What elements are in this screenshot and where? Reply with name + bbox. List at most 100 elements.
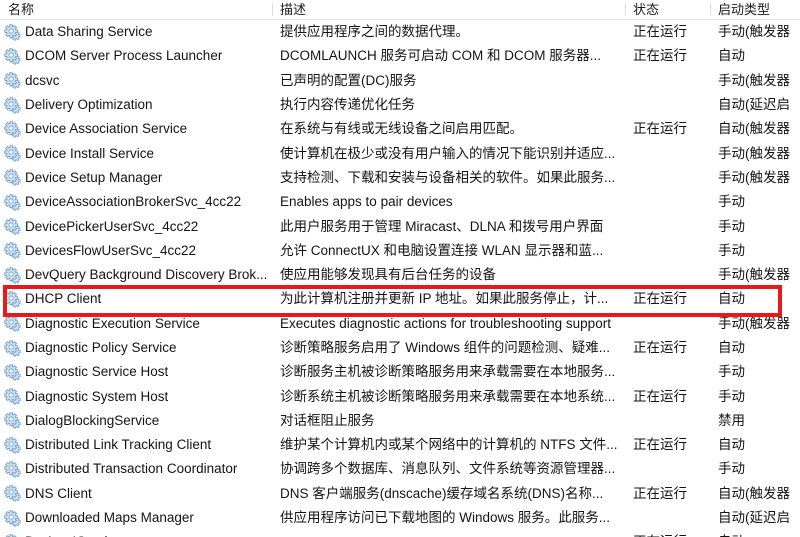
table-row[interactable]: Device Setup Manager 支持检测、下载和安装与设备相关的软件。如… <box>0 165 800 191</box>
cell-service-status: 正在运行 <box>633 48 687 64</box>
column-header-startup-type[interactable]: 启动类型 <box>710 0 800 19</box>
cell-service-description: 允许 ConnectUX 和电脑设置连接 WLAN 显示器和蓝... <box>280 242 604 258</box>
cell-service-description: 维护某个计算机内或某个网络中的计算机的 NTFS 文件... <box>280 437 618 453</box>
cell-service-status: 正在运行 <box>633 437 687 453</box>
table-row[interactable]: DevicePickerUserSvc_4cc22 此用户服务用于管理 Mirac… <box>0 214 800 239</box>
service-gear-icon <box>4 193 21 211</box>
cell-service-description: Enables apps to pair devices <box>280 194 453 210</box>
service-name-label: Delivery Optimization <box>25 97 153 113</box>
service-gear-icon <box>4 291 21 308</box>
cell-service-description: 对话框阻止服务 <box>280 412 375 428</box>
cell-service-description: 诊断系统主机被诊断策略服务用来承载需要在本地系统... <box>280 388 616 404</box>
cell-service-name[interactable]: Device Association Service <box>0 117 272 141</box>
service-name-label: Device Setup Manager <box>25 169 163 185</box>
cell-service-name[interactable]: Delivery Optimization <box>0 93 272 117</box>
cell-service-name[interactable]: Diagnostic Execution Service <box>0 312 272 336</box>
table-row[interactable]: DeviceAssociationBrokerSvc_4cc22 Enables … <box>0 190 800 215</box>
table-row[interactable]: Downloaded Maps Manager 供应用程序访问已下载地图的 Win… <box>0 505 800 531</box>
table-row[interactable]: dcsvc 已声明的配置(DC)服务 手动(触发器 <box>0 68 800 93</box>
table-row[interactable]: Distributed Transaction Coordinator 协调跨多个… <box>0 457 800 482</box>
cell-service-startup-type: 手动 <box>718 388 745 404</box>
table-row[interactable]: DCOM Server Process Launcher DCOMLAUNCH 服… <box>0 44 800 69</box>
cell-service-startup-type: 禁用 <box>718 412 745 428</box>
table-row[interactable]: Diagnostic Execution Service Executes dia… <box>0 311 800 336</box>
service-name-label: DevQuery Background Discovery Brok... <box>25 267 268 283</box>
cell-service-startup-type: 手动 <box>718 461 745 477</box>
cell-service-description: Executes diagnostic actions for troubles… <box>280 315 611 331</box>
cell-service-name[interactable]: DNS Client <box>0 482 272 506</box>
table-row[interactable]: DHCP Client 为此计算机注册并更新 IP 地址。如果此服务停止，计...… <box>0 287 800 312</box>
cell-service-status: 正在运行 <box>633 24 687 40</box>
services-list-view: 名称 描述 状态 启动类型 Data Sharing Service 提供应用程序… <box>0 0 800 537</box>
cell-service-name[interactable]: Device Install Service <box>0 142 272 166</box>
column-header-status[interactable]: 状态 <box>625 0 710 19</box>
table-row[interactable]: DevicesFlowUserSvc_4cc22 允许 ConnectUX 和电脑… <box>0 238 800 263</box>
cell-service-startup-type: 自动(触发器 <box>718 121 790 137</box>
service-name-label: Device Association Service <box>25 121 188 137</box>
cell-service-name[interactable]: Diagnostic Policy Service <box>0 336 272 360</box>
service-gear-icon <box>4 266 21 284</box>
cell-service-status: 正在运行 <box>633 291 687 307</box>
cell-service-name[interactable]: DevQuery Background Discovery Brok... <box>0 263 272 287</box>
cell-service-name[interactable]: dcsvc <box>0 69 272 93</box>
service-gear-icon <box>4 23 21 41</box>
cell-service-startup-type: 自动(延迟启 <box>718 97 790 113</box>
cell-service-description: 使计算机在极少或没有用户输入的情况下能识别并适应... <box>280 145 616 161</box>
service-name-label: DtsApo4Service <box>25 530 122 537</box>
cell-service-startup-type: 自动(延迟启 <box>718 510 790 526</box>
service-name-label: DCOM Server Process Launcher <box>25 48 223 64</box>
cell-service-startup-type: 手动 <box>718 194 745 210</box>
cell-service-name[interactable]: DevicePickerUserSvc_4cc22 <box>0 215 272 239</box>
service-name-label: dcsvc <box>25 72 60 88</box>
list-column-header: 名称 描述 状态 启动类型 <box>0 0 800 20</box>
cell-service-status: 正在运行 <box>633 340 687 355</box>
service-name-label: Downloaded Maps Manager <box>25 510 194 526</box>
table-row[interactable]: Diagnostic System Host 诊断系统主机被诊断策略服务用来承载需… <box>0 384 800 409</box>
cell-service-name[interactable]: DCOM Server Process Launcher <box>0 44 272 68</box>
service-gear-icon <box>4 121 21 138</box>
cell-service-name[interactable]: Distributed Link Tracking Client <box>0 433 272 457</box>
service-name-label: DeviceAssociationBrokerSvc_4cc22 <box>25 194 242 210</box>
service-gear-icon <box>4 509 21 527</box>
cell-service-name[interactable]: DevicesFlowUserSvc_4cc22 <box>0 239 272 263</box>
services-rows: Data Sharing Service 提供应用程序之间的数据代理。 正在运行 手动… <box>0 20 800 537</box>
cell-service-name[interactable]: Diagnostic System Host <box>0 385 272 409</box>
cell-service-name[interactable]: Distributed Transaction Coordinator <box>0 457 272 481</box>
table-row[interactable]: Device Install Service 使计算机在极少或没有用户输入的情况下… <box>0 141 800 166</box>
cell-service-startup-type: 自动 <box>718 340 745 355</box>
service-name-label: Diagnostic Execution Service <box>25 315 200 331</box>
service-gear-icon <box>4 461 21 478</box>
cell-service-description: DCOMLAUNCH 服务可启动 COM 和 DCOM 服务器... <box>280 48 602 64</box>
table-row[interactable]: DNS Client DNS 客户端服务(dnscache)缓存域名系统(DNS)… <box>0 481 800 506</box>
cell-service-name[interactable]: Diagnostic Service Host <box>0 360 272 384</box>
cell-service-description: 已声明的配置(DC)服务 <box>280 72 417 88</box>
cell-service-name[interactable]: Data Sharing Service <box>0 20 272 44</box>
table-row[interactable]: Distributed Link Tracking Client 维护某个计算机内… <box>0 433 800 458</box>
cell-service-status: 正在运行 <box>633 485 687 501</box>
table-row[interactable]: DevQuery Background Discovery Brok... 使应用… <box>0 262 800 288</box>
service-gear-icon <box>4 145 21 162</box>
table-row[interactable]: Device Association Service 在系统与有线或无线设备之间启… <box>0 117 800 142</box>
table-row[interactable]: Data Sharing Service 提供应用程序之间的数据代理。 正在运行 手动… <box>0 20 800 45</box>
cell-service-description: 协调跨多个数据库、消息队列、文件系统等资源管理器... <box>280 461 616 477</box>
column-header-description[interactable]: 描述 <box>272 0 625 19</box>
table-row[interactable]: Delivery Optimization 执行内容传递优化任务 自动(延迟启 <box>0 92 800 118</box>
column-header-name[interactable]: 名称 <box>0 0 272 19</box>
cell-service-name[interactable]: Downloaded Maps Manager <box>0 506 272 530</box>
service-gear-icon <box>4 364 21 381</box>
cell-service-name[interactable]: DeviceAssociationBrokerSvc_4cc22 <box>0 190 272 214</box>
cell-service-name[interactable]: Device Setup Manager <box>0 166 272 190</box>
service-gear-icon <box>4 339 21 357</box>
cell-service-name[interactable]: DHCP Client <box>0 287 272 311</box>
cell-service-startup-type: 手动(触发器 <box>718 267 790 283</box>
table-row[interactable]: Diagnostic Policy Service 诊断策略服务启用了 Windo… <box>0 335 800 361</box>
table-row[interactable]: DtsApo4Service 正在运行自动 <box>0 530 800 537</box>
cell-service-startup-type: 手动 <box>718 364 745 380</box>
cell-service-name[interactable]: DtsApo4Service <box>0 530 272 537</box>
table-row[interactable]: DialogBlockingService 对话框阻止服务 禁用 <box>0 408 800 434</box>
cell-service-name[interactable]: DialogBlockingService <box>0 409 272 433</box>
cell-service-startup-type: 自动 <box>718 48 745 64</box>
cell-service-description: 此用户服务用于管理 Miracast、DLNA 和拨号用户界面 <box>280 218 604 234</box>
table-row[interactable]: Diagnostic Service Host 诊断服务主机被诊断策略服务用来承载… <box>0 360 800 385</box>
service-gear-icon <box>4 72 21 89</box>
